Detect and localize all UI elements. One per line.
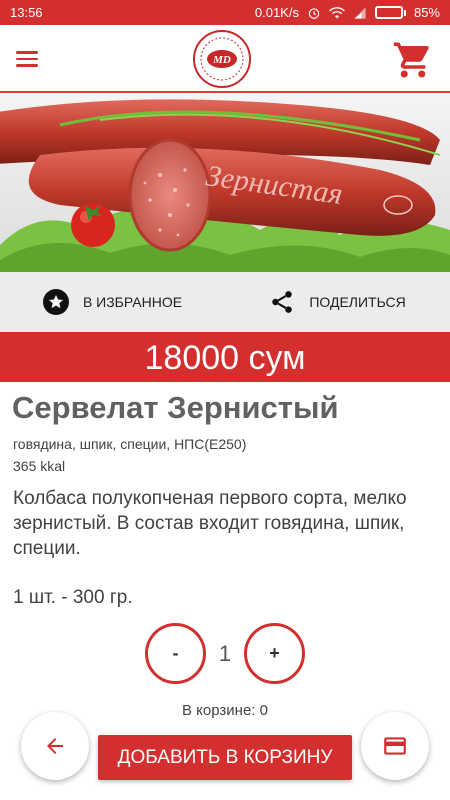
checkout-button[interactable] bbox=[361, 712, 429, 780]
brand-logo: MD bbox=[193, 30, 251, 88]
product-title: Сервелат Зернистый bbox=[12, 390, 339, 425]
back-button[interactable] bbox=[21, 712, 89, 780]
arrow-left-icon bbox=[47, 738, 63, 754]
share-label: ПОДЕЛИТЬСЯ bbox=[309, 294, 406, 310]
product-description: Колбаса полукопченая первого сорта, мелк… bbox=[13, 488, 407, 559]
alarm-icon bbox=[308, 7, 320, 19]
decrease-quantity-button[interactable]: - bbox=[145, 623, 206, 684]
add-to-favorites-button[interactable]: В ИЗБРАННОЕ bbox=[0, 272, 225, 332]
action-row: В ИЗБРАННОЕ ПОДЕЛИТЬСЯ bbox=[0, 272, 450, 332]
app-bar: MD bbox=[0, 25, 450, 93]
menu-button[interactable] bbox=[16, 47, 52, 73]
price-banner: 18000 сум bbox=[0, 332, 450, 382]
favorites-label: В ИЗБРАННОЕ bbox=[82, 294, 183, 310]
battery-icon bbox=[374, 6, 406, 19]
menu-icon bbox=[16, 51, 52, 67]
increase-quantity-button[interactable]: + bbox=[244, 623, 305, 684]
status-time: 13:56 bbox=[10, 5, 43, 20]
star-icon bbox=[42, 289, 69, 315]
battery-percent: 85% bbox=[413, 5, 440, 20]
logo-text: MD bbox=[212, 54, 231, 66]
credit-card-icon bbox=[384, 737, 406, 755]
sausage-illustration: Зернистая bbox=[0, 95, 450, 272]
product-portion: 1 шт. - 300 гр. bbox=[13, 587, 133, 608]
share-icon bbox=[269, 289, 295, 315]
signal-icon bbox=[354, 6, 366, 19]
add-to-cart-button[interactable]: ДОБАВИТЬ В КОРЗИНУ bbox=[98, 735, 352, 780]
product-image: Зернистая bbox=[0, 95, 450, 272]
status-bar: 13:56 0.01K/s 85% bbox=[0, 0, 450, 25]
wifi-icon bbox=[329, 6, 345, 18]
cart-icon bbox=[393, 42, 429, 78]
share-button[interactable]: ПОДЕЛИТЬСЯ bbox=[225, 272, 450, 332]
product-kcal: 365 kkal bbox=[13, 458, 66, 474]
product-ingredients: говядина, шпик, специи, НПС(Е250) bbox=[13, 436, 247, 452]
network-speed: 0.01K/s bbox=[254, 5, 299, 20]
cart-button[interactable] bbox=[392, 39, 434, 81]
quantity-value: 1 bbox=[218, 641, 232, 666]
status-right: 0.01K/s 85% bbox=[255, 5, 440, 20]
